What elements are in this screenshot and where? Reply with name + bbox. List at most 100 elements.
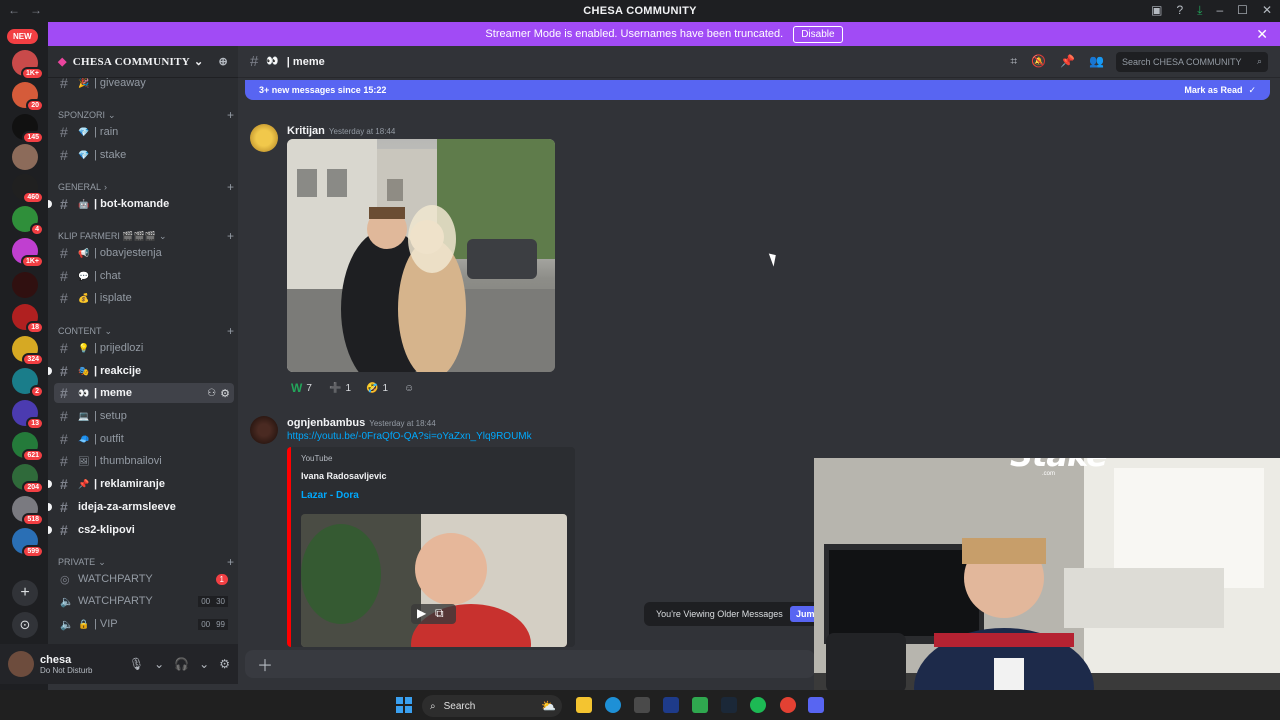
avatar[interactable] xyxy=(250,124,278,152)
server-icon[interactable]: 204 xyxy=(12,464,44,494)
message-author[interactable]: Kritijan Yesterday at 18:44 xyxy=(287,125,395,137)
download-icon[interactable]: ⤓ xyxy=(1197,3,1202,18)
channel-reakcije[interactable]: # 🎭 | reakcije xyxy=(48,361,234,381)
edge-icon[interactable] xyxy=(605,697,621,713)
play-icon[interactable]: ▶ xyxy=(417,606,426,620)
server-icon[interactable]: 18 xyxy=(12,304,44,334)
voice-channel-vip[interactable]: 🔈 🔒 | VIP 00 99 xyxy=(54,614,234,634)
server-icon[interactable]: 621 xyxy=(12,432,44,462)
reaction[interactable]: 🤣 1 xyxy=(366,380,388,396)
avatar[interactable] xyxy=(250,416,278,444)
message-link[interactable]: https://youtu.be/-0FraQfO-QA?si=oYaZxn_Y… xyxy=(287,431,532,442)
gear-icon[interactable]: ⚙ xyxy=(219,657,230,671)
channel-obavjestenja[interactable]: # 📢 | obavjestenja xyxy=(54,243,234,263)
server-icon[interactable]: 20 xyxy=(12,82,44,112)
attach-plus-icon[interactable]: ＋ xyxy=(257,652,273,676)
create-channel-icon[interactable]: + xyxy=(227,324,234,338)
taskbar-search[interactable]: ⌕ Search ⛅ xyxy=(422,695,562,717)
file-explorer-icon[interactable] xyxy=(576,697,592,713)
server-icon[interactable] xyxy=(12,144,38,170)
channel-giveaway[interactable]: # 🎉 | giveaway xyxy=(54,73,234,93)
channel-meme[interactable]: # 👀 | meme ⚇ ⚙ xyxy=(54,383,234,403)
server-icon[interactable]: 4 xyxy=(12,206,44,236)
create-channel-icon[interactable]: + xyxy=(227,229,234,243)
server-icon[interactable]: 1K+ xyxy=(12,238,44,268)
threads-icon[interactable]: ⌗ xyxy=(1010,54,1017,69)
members-icon[interactable]: 👥 xyxy=(1089,54,1104,69)
chevron-down-icon[interactable]: ⌄ xyxy=(199,657,209,671)
channel-stake[interactable]: # 💎 | stake xyxy=(54,145,234,165)
embed-author[interactable]: Ivana Radosavljevic xyxy=(301,471,387,481)
mark-as-read-button[interactable]: Mark as Read xyxy=(1184,85,1242,95)
channel-setup[interactable]: # 💻 | setup xyxy=(54,406,234,426)
gear-icon[interactable]: ⚙ xyxy=(220,387,230,400)
message-image[interactable] xyxy=(287,139,555,372)
channel-cs2-klipovi[interactable]: # cs2-klipovi xyxy=(48,520,234,540)
voice-channel-watchparty-2[interactable]: 🔈 WATCHPARTY 00 30 xyxy=(54,591,234,611)
category-private[interactable]: PRIVATE ⌄ + xyxy=(58,555,234,569)
server-icon[interactable]: 1K+ xyxy=(12,50,44,80)
headphones-icon[interactable]: 🎧 xyxy=(174,657,189,671)
channel-chat[interactable]: # 💬 | chat xyxy=(54,266,234,286)
discover-icon[interactable]: ⊙ xyxy=(12,612,38,638)
channel-thumbnailovi[interactable]: # 🖼 | thumbnailovi xyxy=(54,451,234,471)
reaction[interactable]: ➕ 1 xyxy=(329,380,351,396)
minimize-icon[interactable]: – xyxy=(1216,3,1223,18)
new-pill[interactable]: NEW xyxy=(7,29,38,44)
chevron-down-icon[interactable]: ⌄ xyxy=(154,657,164,671)
add-member-icon[interactable]: ⚇ xyxy=(207,388,216,399)
chrome-icon[interactable] xyxy=(780,697,796,713)
app-icon[interactable] xyxy=(663,697,679,713)
channel-isplate[interactable]: # 💰 | isplate xyxy=(54,288,234,308)
category-klip-farmeri[interactable]: KLIP FARMERI 🎬🎬🎬 ⌄ + xyxy=(58,229,234,243)
server-icon[interactable]: 599 xyxy=(12,528,44,558)
video-thumbnail[interactable]: ▶ ⧉ xyxy=(301,514,567,647)
avatar[interactable] xyxy=(8,651,34,677)
notification-bell-icon[interactable]: 🔕 xyxy=(1031,54,1046,69)
mark-read-icon[interactable]: ✓ xyxy=(1248,85,1256,96)
server-icon[interactable] xyxy=(12,272,38,298)
category-sponzori[interactable]: SPONZORI ⌄ + xyxy=(58,108,234,122)
close-window-icon[interactable]: ✕ xyxy=(1262,3,1272,18)
channel-bot-komande[interactable]: # 🤖 | bot-komande xyxy=(48,194,234,214)
category-general[interactable]: GENERAL › + xyxy=(58,180,234,194)
server-icon[interactable]: 460 xyxy=(12,174,44,204)
help-icon[interactable]: ? xyxy=(1176,3,1183,18)
server-icon[interactable]: 13 xyxy=(12,400,44,430)
popout-icon[interactable]: ⧉ xyxy=(435,606,444,621)
xbox-icon[interactable] xyxy=(692,697,708,713)
server-icon[interactable]: 518 xyxy=(12,496,44,526)
embed-title[interactable]: Lazar - Dora xyxy=(301,490,359,501)
message-author[interactable]: ognjenbambus Yesterday at 18:44 xyxy=(287,417,436,429)
server-icon[interactable]: 324 xyxy=(12,336,44,366)
message-composer[interactable]: ＋ xyxy=(245,650,815,678)
add-server-icon[interactable]: + xyxy=(12,580,38,606)
channel-reklamiranje[interactable]: # 📌 | reklamiranje xyxy=(48,474,234,494)
maximize-icon[interactable]: ☐ xyxy=(1237,3,1248,18)
channel-outfit[interactable]: # 🧢 | outfit xyxy=(54,429,234,449)
create-channel-icon[interactable]: + xyxy=(227,108,234,122)
add-reaction-button[interactable]: ☺ xyxy=(404,380,414,396)
channel-ideja-za-armsleeve[interactable]: # ideja-za-armsleeve xyxy=(48,497,234,517)
discord-icon[interactable] xyxy=(808,697,824,713)
user-info[interactable]: chesa Do Not Disturb xyxy=(40,654,92,675)
inbox-icon[interactable]: ▣ xyxy=(1151,3,1162,18)
new-messages-bar[interactable]: 3+ new messages since 15:22 Mark as Read… xyxy=(245,80,1270,100)
microphone-icon[interactable]: 🎙 xyxy=(129,657,144,671)
close-banner-icon[interactable]: ✕ xyxy=(1256,26,1268,43)
voice-channel-watchparty[interactable]: ◎ WATCHPARTY 1 xyxy=(54,569,234,589)
disable-button[interactable]: Disable xyxy=(793,25,843,43)
reaction[interactable]: W 7 xyxy=(291,380,312,396)
spotify-icon[interactable] xyxy=(750,697,766,713)
store-icon[interactable] xyxy=(634,697,650,713)
pin-icon[interactable]: 📌 xyxy=(1060,54,1075,69)
server-icon[interactable]: 145 xyxy=(12,114,44,144)
create-channel-icon[interactable]: + xyxy=(227,555,234,569)
channel-prijedlozi[interactable]: # 💡 | prijedlozi xyxy=(54,338,234,358)
server-icon[interactable]: 2 xyxy=(12,368,44,398)
create-channel-icon[interactable]: + xyxy=(227,180,234,194)
channel-rain[interactable]: # 💎 | rain xyxy=(54,122,234,142)
invite-people-icon[interactable]: ⊕ xyxy=(218,55,228,68)
steam-icon[interactable] xyxy=(721,697,737,713)
windows-start-icon[interactable] xyxy=(396,697,412,713)
